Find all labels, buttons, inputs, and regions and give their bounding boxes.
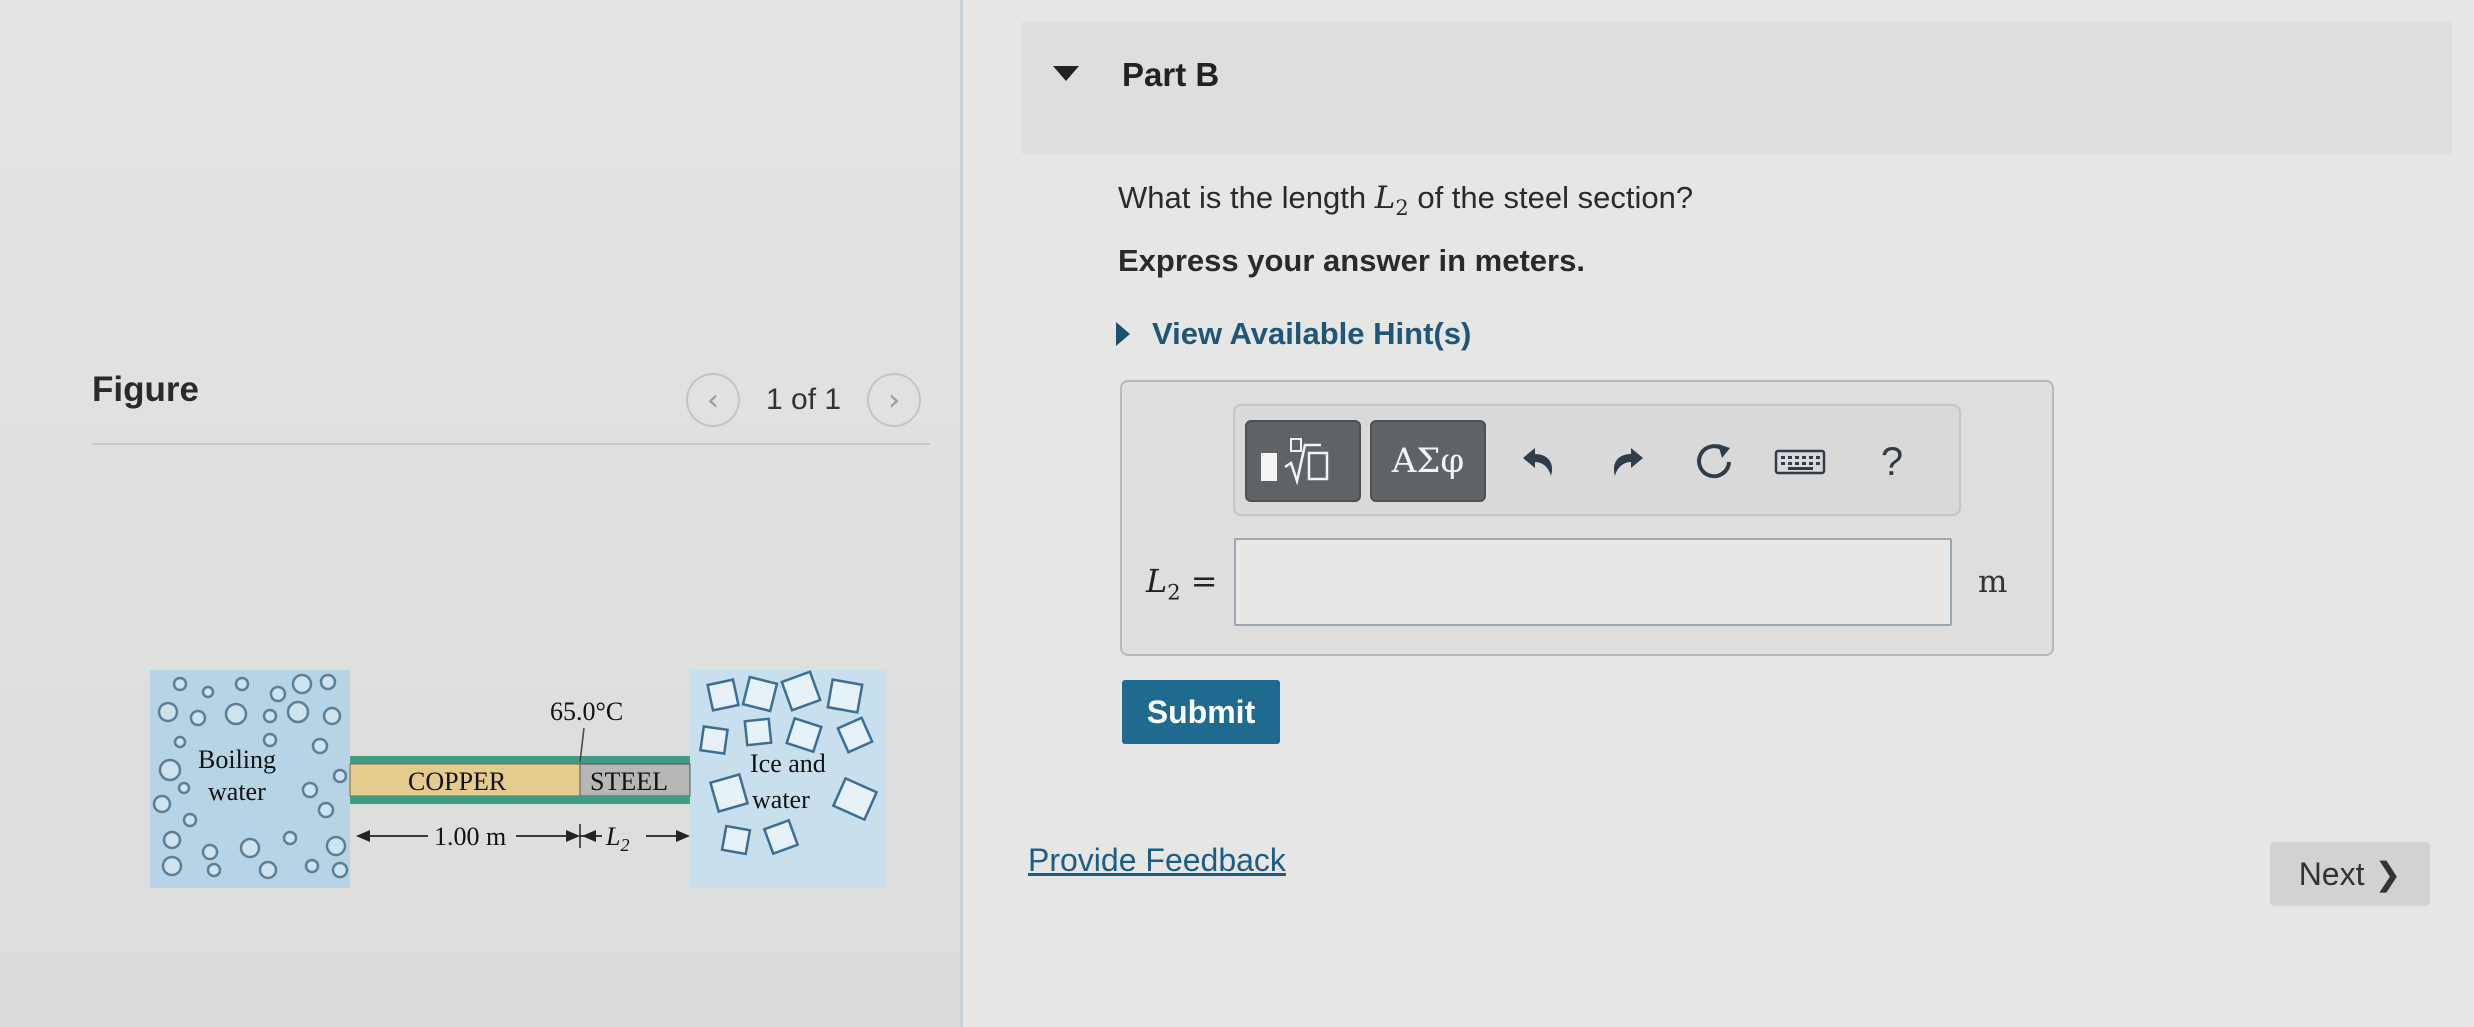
- templates-icon: [1261, 438, 1329, 486]
- ice-label-2: water: [752, 785, 810, 814]
- rod-top-stripe: [350, 756, 690, 764]
- redo-icon: [1613, 448, 1643, 476]
- part-header[interactable]: [1022, 22, 2452, 154]
- greek-symbols-button[interactable]: ΑΣφ: [1370, 420, 1486, 502]
- help-icon: ?: [1880, 439, 1904, 484]
- reset-icon: [1697, 444, 1731, 479]
- steel-length-symbol: L2: [605, 822, 629, 855]
- instruction-text: Express your answer in meters.: [1118, 243, 1585, 278]
- figure-title: Figure: [92, 370, 199, 409]
- next-figure-button[interactable]: ›: [867, 373, 922, 427]
- reset-button[interactable]: [1682, 430, 1746, 494]
- help-button[interactable]: ?: [1860, 430, 1924, 494]
- caret-right-icon: [1116, 322, 1130, 346]
- hint-label[interactable]: View Available Hint(s): [1152, 316, 1471, 352]
- copper-dim-arrow-left: [356, 830, 370, 842]
- view-hints-link[interactable]: View Available Hint(s): [1116, 316, 1471, 352]
- copper-dim-arrow-right: [566, 830, 580, 842]
- heat-conduction-figure: Boiling water Ice and water COPPER STEEL: [150, 670, 886, 888]
- copper-label: COPPER: [408, 767, 507, 796]
- templates-button[interactable]: [1245, 420, 1361, 502]
- copper-length: 1.00 m: [434, 822, 506, 851]
- redo-button[interactable]: [1595, 430, 1659, 494]
- unit-label: m: [1978, 564, 2008, 600]
- junction-temperature: 65.0°C: [550, 697, 623, 726]
- ice-label-1: Ice and: [750, 749, 826, 778]
- chevron-right-icon: ❯: [2374, 855, 2402, 893]
- figure-divider: [92, 443, 930, 445]
- part-title[interactable]: Part B: [1122, 56, 1219, 94]
- collapse-caret-icon[interactable]: [1053, 66, 1079, 81]
- greek-label: ΑΣφ: [1391, 441, 1465, 481]
- boiling-label-2: water: [208, 777, 266, 806]
- steel-label: STEEL: [590, 767, 668, 796]
- figure-pager: ‹ 1 of 1 ›: [686, 370, 922, 430]
- undo-button[interactable]: [1507, 430, 1571, 494]
- keyboard-icon: [1774, 449, 1826, 475]
- keyboard-button[interactable]: [1768, 430, 1832, 494]
- rod-bottom-stripe: [350, 796, 690, 804]
- figure-diagram: Boiling water Ice and water COPPER STEEL: [150, 670, 886, 888]
- chevron-right-icon: ›: [888, 382, 901, 418]
- undo-icon: [1523, 448, 1553, 476]
- steel-dim-arrow-left: [582, 830, 596, 842]
- steel-dim-arrow-right: [676, 830, 690, 842]
- provide-feedback-link[interactable]: Provide Feedback: [1028, 842, 1286, 879]
- next-button[interactable]: Next ❯: [2270, 842, 2430, 906]
- next-label: Next: [2298, 855, 2365, 892]
- chevron-left-icon: ‹: [707, 382, 719, 418]
- panel-divider: [960, 0, 963, 1027]
- submit-button[interactable]: Submit: [1122, 680, 1280, 744]
- answer-input[interactable]: [1234, 538, 1952, 626]
- answer-label: L2 =: [1146, 562, 1218, 605]
- question-text: What is the length L2 of the steel secti…: [1118, 180, 1694, 221]
- boiling-label-1: Boiling: [198, 745, 276, 774]
- prev-figure-button[interactable]: ‹: [686, 373, 740, 427]
- pager-text: 1 of 1: [766, 383, 842, 416]
